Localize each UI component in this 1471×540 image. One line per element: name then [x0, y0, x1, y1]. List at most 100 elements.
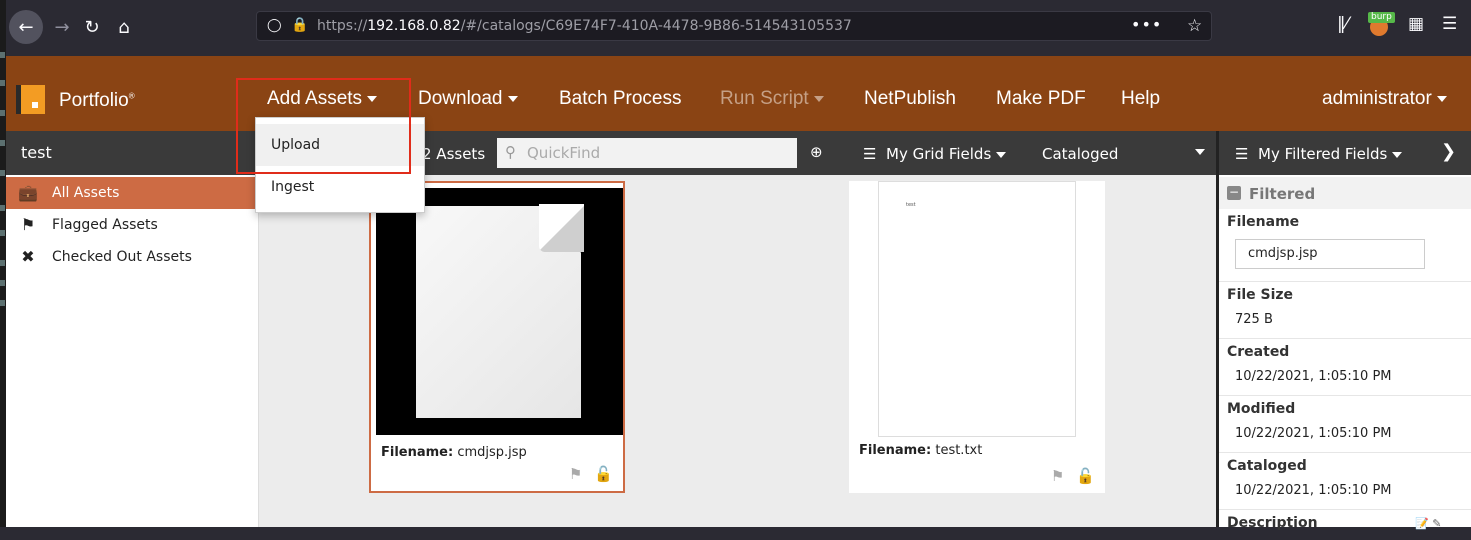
flag-icon: ⚑ — [20, 215, 36, 234]
bookmark-star-icon[interactable]: ☆ — [1187, 16, 1202, 36]
user-menu-label: administrator — [1322, 88, 1432, 109]
portfolio-logo-icon[interactable] — [16, 85, 45, 114]
dropdown-item-ingest[interactable]: Ingest — [256, 166, 424, 208]
menu-help[interactable]: Help — [1121, 88, 1160, 110]
add-assets-dropdown: Upload Ingest — [255, 117, 425, 213]
filename-field[interactable]: cmdjsp.jsp — [1235, 239, 1425, 269]
sort-field-select[interactable]: Cataloged — [1042, 145, 1118, 163]
library-icon[interactable]: ‖⁄ — [1337, 14, 1348, 34]
sidebar-item-checked-out-assets[interactable]: ✖ Checked Out Assets — [6, 241, 259, 273]
asset-thumbnail[interactable]: test — [878, 181, 1076, 437]
page-actions-icon[interactable]: ••• — [1131, 15, 1162, 34]
field-label: Created — [1227, 344, 1290, 360]
menu-download[interactable]: Download — [418, 88, 518, 110]
browser-window: ← → ↻ ⌂ ◯ 🔒 https://192.168.0.82/#/catal… — [6, 0, 1471, 531]
sidebar-item-flagged-assets[interactable]: ⚑ Flagged Assets — [6, 209, 259, 241]
flag-icon[interactable]: ⚑ — [1051, 467, 1064, 485]
chevron-right-icon[interactable]: ❯ — [1441, 141, 1456, 162]
field-label: Description — [1227, 515, 1318, 531]
asset-count: 2 Assets — [422, 145, 486, 163]
url-text[interactable]: https://192.168.0.82/#/catalogs/C69E74F7… — [317, 18, 852, 34]
menu-batch-process[interactable]: Batch Process — [559, 88, 682, 110]
caret-down-icon — [1392, 151, 1403, 158]
menu-run-script-label: Run Script — [720, 88, 809, 109]
address-bar[interactable]: ◯ 🔒 https://192.168.0.82/#/catalogs/C69E… — [256, 11, 1212, 41]
edit-icons[interactable]: 📝 ✎ — [1415, 517, 1441, 530]
unlock-icon[interactable]: 🔓 — [1076, 467, 1095, 485]
filename-label: Filename: — [381, 445, 454, 460]
field-cataloged: Cataloged 10/22/2021, 1:05:10 PM — [1219, 453, 1471, 510]
fields-panel: − Filtered Filename cmdjsp.jsp File Size… — [1219, 175, 1471, 531]
field-modified: Modified 10/22/2021, 1:05:10 PM — [1219, 396, 1471, 453]
url-host: 192.168.0.82 — [367, 18, 461, 34]
grid-fields-dropdown[interactable]: ☰ My Grid Fields — [863, 145, 1007, 163]
list-icon: ☰ — [863, 145, 877, 163]
list-icon: ☰ — [1235, 145, 1249, 163]
lock-warning-icon[interactable]: 🔒 — [291, 17, 308, 33]
dropdown-item-upload[interactable]: Upload — [256, 124, 424, 166]
sidebar-item-label: Checked Out Assets — [52, 249, 192, 265]
brand-name[interactable]: Portfolio® — [59, 90, 135, 112]
filtered-fields-dropdown[interactable]: ☰ My Filtered Fields — [1235, 145, 1403, 163]
filtered-fields-label: My Filtered Fields — [1258, 145, 1388, 163]
dropdown-item-label: Upload — [271, 137, 321, 153]
field-filename: Filename cmdjsp.jsp — [1219, 209, 1471, 282]
field-value: 725 B — [1235, 312, 1273, 327]
url-path: /#/catalogs/C69E74F7-410A-4478-9B86-5145… — [460, 18, 852, 34]
field-created: Created 10/22/2021, 1:05:10 PM — [1219, 339, 1471, 396]
tag-icon: ✖ — [21, 247, 35, 266]
quickfind-input[interactable] — [527, 142, 787, 164]
brand-text: Portfolio — [59, 90, 129, 111]
filtered-section-header[interactable]: − Filtered — [1219, 177, 1471, 209]
url-prefix: https:// — [317, 18, 368, 34]
caret-down-icon — [813, 95, 824, 102]
field-value: 10/22/2021, 1:05:10 PM — [1235, 369, 1392, 384]
asset-filename: Filename: test.txt — [859, 443, 982, 458]
sidebar-item-all-assets[interactable]: 💼 All Assets — [6, 177, 259, 209]
field-file-size: File Size 725 B — [1219, 282, 1471, 339]
forward-icon[interactable]: → — [45, 10, 79, 44]
sidebar-item-label: Flagged Assets — [52, 217, 158, 233]
caret-down-icon — [367, 95, 378, 102]
menu-netpublish[interactable]: NetPublish — [864, 88, 956, 110]
dropdown-item-label: Ingest — [271, 179, 315, 195]
card-actions: ⚑ 🔓 — [557, 465, 613, 483]
menu-make-pdf[interactable]: Make PDF — [996, 88, 1086, 110]
brand-mark: ® — [128, 91, 135, 101]
field-label: Cataloged — [1227, 458, 1307, 474]
unlock-icon[interactable]: 🔓 — [594, 465, 613, 483]
field-value: 10/22/2021, 1:05:10 PM — [1235, 483, 1392, 498]
grid-fields-label: My Grid Fields — [886, 145, 992, 163]
home-icon[interactable]: ⌂ — [107, 10, 141, 44]
asset-thumbnail[interactable] — [376, 188, 623, 435]
asset-filename: Filename: cmdjsp.jsp — [381, 445, 527, 460]
caret-down-icon — [996, 151, 1007, 158]
page-fold — [539, 204, 584, 252]
card-actions: ⚑ 🔓 — [1039, 467, 1095, 485]
quickfind-box[interactable]: ⚲ — [497, 138, 797, 168]
field-label: Modified — [1227, 401, 1296, 417]
flag-icon[interactable]: ⚑ — [569, 465, 582, 483]
menu-run-script[interactable]: Run Script — [720, 88, 824, 110]
menu-add-assets[interactable]: Add Assets — [267, 88, 378, 110]
extensions-icon[interactable]: ▦ — [1408, 14, 1424, 34]
reload-icon[interactable]: ↻ — [75, 10, 109, 44]
asset-grid: Filename: cmdjsp.jsp ⚑ 🔓 test Filename: t… — [259, 175, 1216, 527]
burp-extension-icon[interactable]: burp — [1366, 12, 1395, 38]
collapse-icon[interactable]: − — [1227, 186, 1241, 200]
back-icon[interactable]: ← — [9, 10, 43, 44]
zoom-search-icon[interactable]: ⊕ — [810, 143, 823, 161]
briefcase-icon: 💼 — [18, 183, 38, 202]
menu-add-assets-label: Add Assets — [267, 88, 363, 109]
asset-card[interactable]: test Filename: test.txt ⚑ 🔓 — [849, 181, 1105, 493]
hamburger-menu-icon[interactable]: ☰ — [1442, 14, 1457, 34]
user-menu[interactable]: administrator — [1322, 88, 1447, 110]
fields-panel-header: ☰ My Filtered Fields ❯ — [1219, 131, 1471, 175]
filename-value: test.txt — [935, 443, 983, 458]
caret-down-icon — [1436, 95, 1447, 102]
caret-down-icon[interactable] — [1195, 149, 1205, 155]
shield-icon[interactable]: ◯ — [267, 18, 282, 34]
asset-card[interactable]: Filename: cmdjsp.jsp ⚑ 🔓 — [369, 181, 625, 493]
app-header: Portfolio® Add Assets Download Batch Pro… — [6, 56, 1471, 131]
section-title: Filtered — [1249, 185, 1316, 203]
